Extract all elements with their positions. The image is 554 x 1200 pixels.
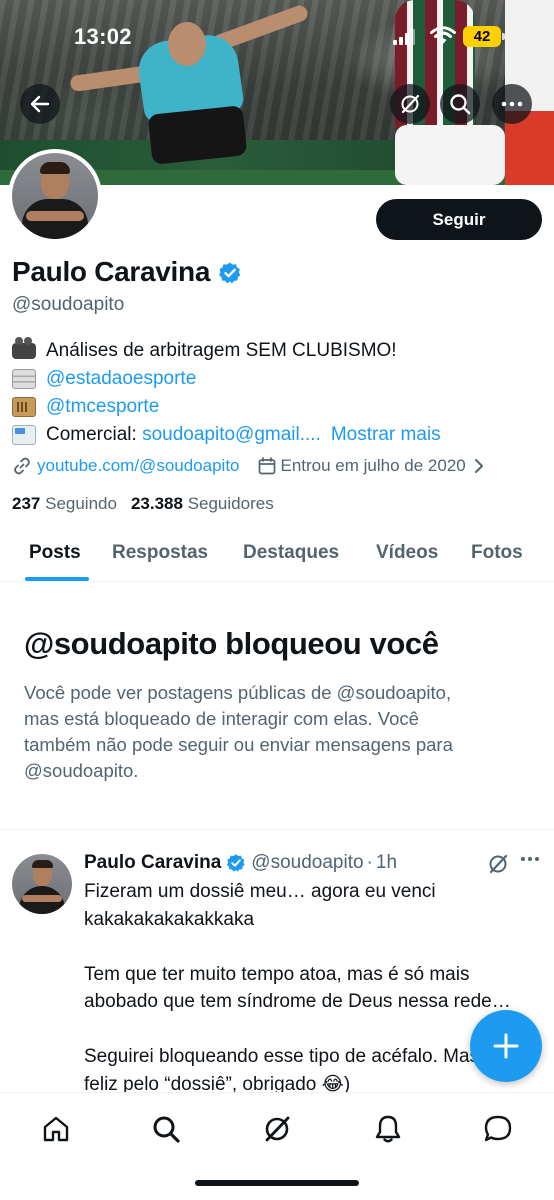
- nav-notifications[interactable]: [368, 1109, 408, 1149]
- following-stat[interactable]: 237 Seguindo: [12, 494, 117, 513]
- tab-replies[interactable]: Respostas: [112, 542, 208, 564]
- avatar-photo: [12, 153, 98, 239]
- avatar-hair: [32, 860, 53, 868]
- tab-photos[interactable]: Fotos: [471, 542, 523, 564]
- bio-line: Análises de arbitragem SEM CLUBISMO!: [12, 337, 441, 365]
- tab-highlights[interactable]: Destaques: [243, 542, 339, 564]
- banner-player-shorts: [395, 125, 505, 185]
- show-more-link[interactable]: Mostrar mais: [331, 421, 441, 449]
- cellular-signal-icon: [393, 29, 415, 45]
- bio-mention-link[interactable]: @tmcesporte: [46, 393, 159, 421]
- tweet-author-handle[interactable]: @soudoapito: [251, 852, 363, 874]
- display-name-row: Paulo Caravina: [12, 256, 242, 288]
- movie-camera-icon: [12, 337, 36, 359]
- profile-tabs: Posts Respostas Destaques Vídeos Fotos: [0, 530, 554, 582]
- messages-icon: [484, 1115, 512, 1142]
- bio-email-link[interactable]: soudoapito@gmail....: [142, 421, 321, 449]
- newspaper-icon: [12, 369, 36, 389]
- tweet-line: kakakakakakakkaka: [84, 908, 255, 930]
- tab-posts[interactable]: Posts: [29, 542, 81, 564]
- blocked-description-line: Você pode ver postagens públicas de @sou…: [24, 682, 452, 703]
- blocked-title: @soudoapito bloqueou você: [24, 626, 439, 661]
- status-time: 13:02: [74, 24, 132, 49]
- verified-badge-icon[interactable]: [218, 261, 242, 285]
- blocked-description-line: também não pode seguir ou enviar mensage…: [24, 734, 453, 755]
- active-tab-indicator: [25, 577, 89, 581]
- blocked-description-line: @soudoapito.: [24, 760, 139, 781]
- display-name: Paulo Caravina: [12, 256, 211, 287]
- plus-icon: [493, 1033, 519, 1059]
- bio-text: Análises de arbitragem SEM CLUBISMO!: [46, 340, 397, 361]
- compose-post-button[interactable]: [470, 1010, 542, 1082]
- followers-stat[interactable]: 23.388 Seguidores: [131, 494, 274, 513]
- nav-home[interactable]: [36, 1109, 76, 1149]
- battery-indicator: 42: [463, 26, 505, 47]
- bio-mention-link[interactable]: @estadaoesporte: [46, 365, 196, 393]
- tweet-line: Tem que ter muito tempo atoa, mas é só m…: [84, 963, 470, 985]
- home-icon: [43, 1116, 69, 1142]
- more-icon[interactable]: [520, 856, 540, 862]
- grok-icon: [265, 1116, 290, 1142]
- tweet-header: Paulo Caravina @soudoapito · 1h: [84, 852, 397, 874]
- tweet-line: Fizeram um dossiê meu… agora eu venci: [84, 881, 436, 902]
- following-count: 237: [12, 494, 41, 513]
- verified-badge-icon[interactable]: [226, 853, 246, 873]
- tweet-timestamp[interactable]: 1h: [376, 852, 397, 874]
- back-button[interactable]: [20, 84, 60, 124]
- followers-label: Seguidores: [187, 494, 274, 513]
- tweet-avatar[interactable]: [12, 854, 72, 914]
- grok-icon: [401, 94, 420, 114]
- divider: [0, 829, 554, 830]
- nav-search[interactable]: [146, 1109, 186, 1149]
- profile-bio: Análises de arbitragem SEM CLUBISMO! @es…: [12, 337, 441, 449]
- follow-button[interactable]: Seguir: [376, 199, 542, 240]
- tweet-author-name[interactable]: Paulo Caravina: [84, 852, 221, 874]
- wifi-icon: [430, 26, 456, 44]
- blocked-description: Você pode ver postagens públicas de @sou…: [24, 680, 534, 784]
- avatar-arms: [22, 895, 62, 902]
- follow-stats: 237 Seguindo 23.388 Seguidores: [12, 494, 274, 514]
- search-button[interactable]: [440, 84, 480, 124]
- bio-line: @tmcesporte: [12, 393, 441, 421]
- calendar-icon: [258, 457, 275, 475]
- bio-text: Comercial:: [46, 424, 143, 445]
- profile-meta: youtube.com/@soudoapito Entrou em julho …: [12, 456, 484, 476]
- nav-grok[interactable]: [257, 1109, 297, 1149]
- banner-referee-shorts: [147, 105, 248, 165]
- more-icon: [501, 101, 523, 107]
- profile-avatar[interactable]: [8, 149, 102, 243]
- followers-count: 23.388: [130, 494, 183, 513]
- more-options-button[interactable]: [492, 84, 532, 124]
- join-date[interactable]: Entrou em julho de 2020: [281, 456, 466, 476]
- tweet-line: abobado que tem síndrome de Deus nessa r…: [84, 991, 511, 1012]
- link-icon: [14, 457, 30, 475]
- tab-videos[interactable]: Vídeos: [376, 542, 438, 564]
- avatar-arms: [26, 211, 84, 221]
- grok-icon[interactable]: [487, 853, 509, 875]
- radio-icon: [12, 397, 36, 417]
- grok-button[interactable]: [390, 84, 430, 124]
- home-indicator: [195, 1180, 359, 1186]
- bio-line: @estadaoesporte: [12, 365, 441, 393]
- avatar-hair: [40, 162, 70, 174]
- search-icon: [153, 1116, 180, 1143]
- bio-line: Comercial: soudoapito@gmail.... Mostrar …: [12, 421, 441, 449]
- envelope-icon: [12, 425, 36, 445]
- nav-messages[interactable]: [478, 1109, 518, 1149]
- blocked-description-line: mas está bloqueado de interagir com elas…: [24, 708, 419, 729]
- separator-dot: ·: [366, 852, 373, 873]
- tweet-spacer: [84, 933, 542, 961]
- notifications-icon: [375, 1115, 401, 1143]
- tweet-text[interactable]: Fizeram um dossiê meu… agora eu venci ka…: [84, 878, 542, 1098]
- search-icon: [450, 94, 471, 115]
- website-link[interactable]: youtube.com/@soudoapito: [37, 456, 240, 476]
- profile-handle: @soudoapito: [12, 294, 125, 315]
- back-arrow-icon: [30, 95, 50, 113]
- following-label: Seguindo: [45, 494, 117, 513]
- status-bar: 13:02 42: [0, 0, 554, 76]
- chevron-right-icon[interactable]: [474, 458, 484, 474]
